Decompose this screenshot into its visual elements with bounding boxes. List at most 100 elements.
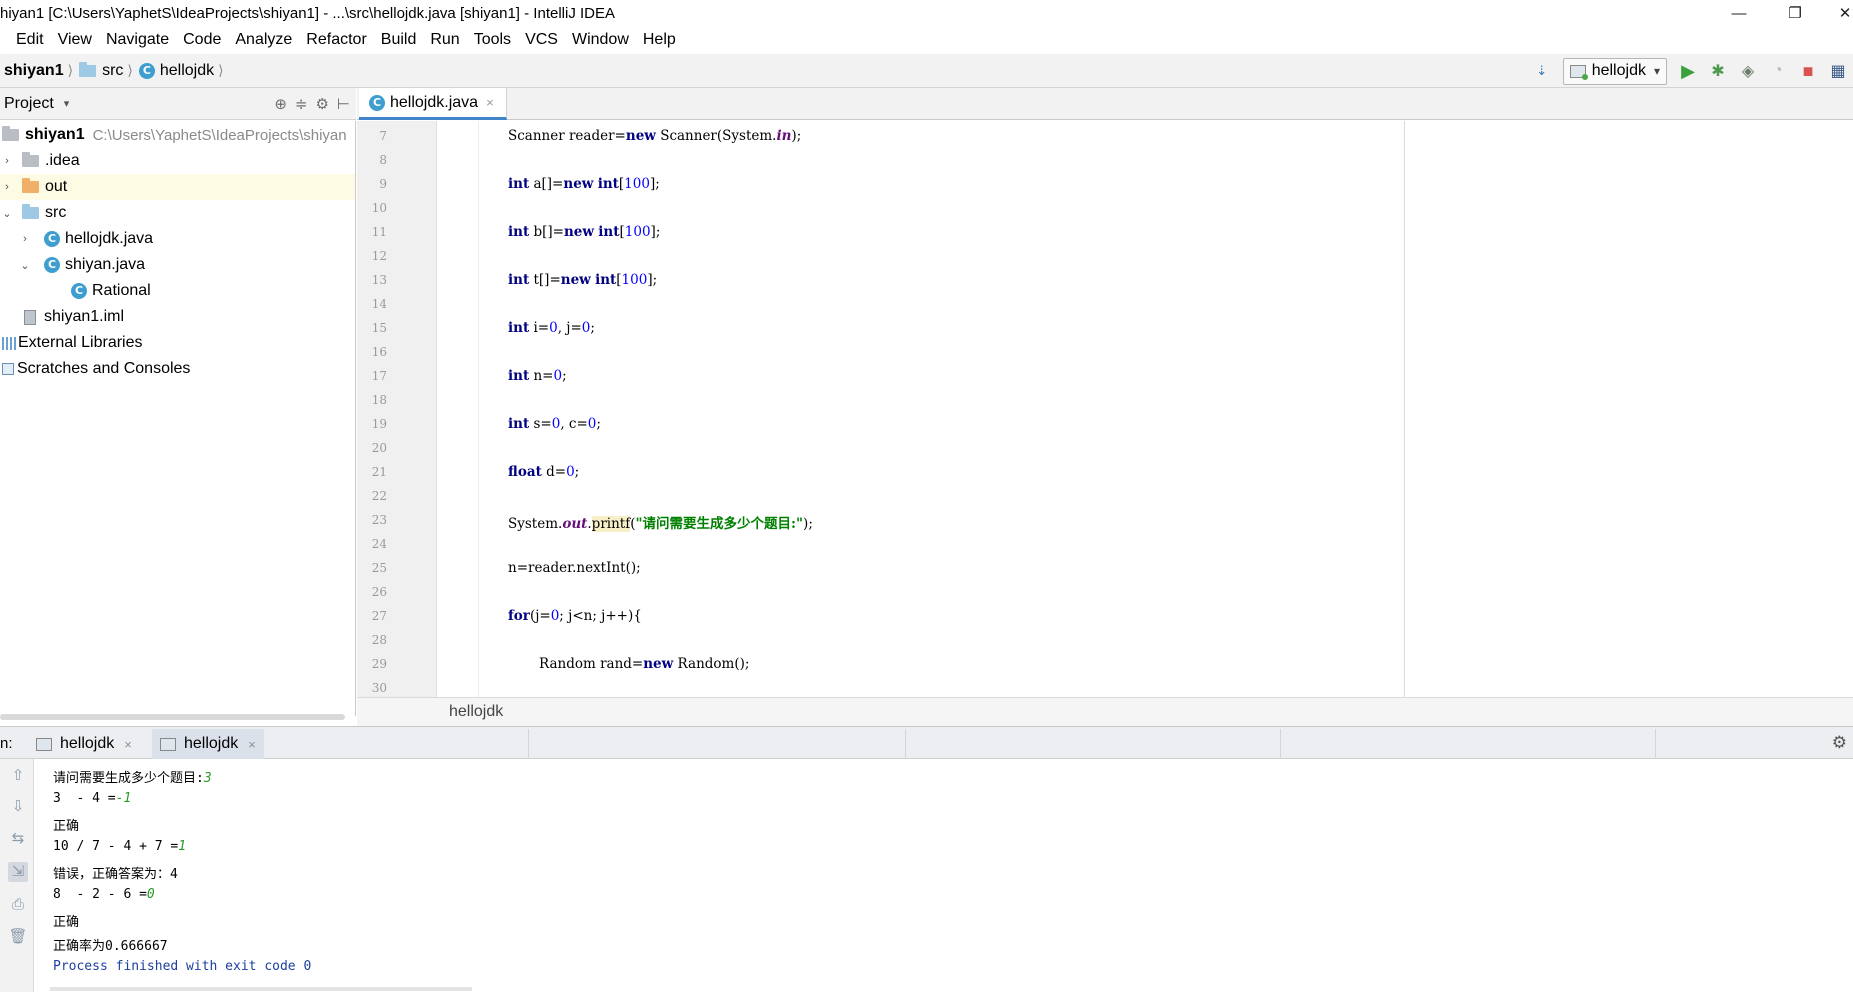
code-token: i= (529, 320, 550, 336)
sort-icon[interactable]: ⇣ (1527, 56, 1557, 86)
breadcrumb-class[interactable]: hellojdk (160, 62, 214, 80)
code-token: a[]= (529, 176, 564, 192)
menu-tools[interactable]: Tools (467, 31, 518, 49)
tree-item-label: Scratches and Consoles (17, 360, 191, 377)
tree-item-rational[interactable]: C Rational (0, 278, 355, 304)
gear-icon[interactable]: ⚙ (1832, 733, 1847, 753)
project-tools: ⊕ ≑ ⚙ ⊢ (274, 88, 350, 120)
print-icon[interactable]: ⎙ (8, 895, 28, 915)
profile-icon[interactable]: ◔ (1763, 56, 1793, 86)
keyword-token: int (508, 368, 530, 384)
menu-refactor[interactable]: Refactor (299, 31, 373, 49)
up-icon[interactable]: ⇧ (8, 766, 28, 786)
menu-help[interactable]: Help (636, 31, 683, 49)
tree-item-hellojdk[interactable]: › C hellojdk.java (0, 226, 355, 252)
soft-wrap-icon[interactable]: ⇆ (8, 829, 28, 849)
locate-icon[interactable]: ⊕ (274, 95, 287, 113)
tree-item-label: hellojdk.java (65, 230, 154, 247)
console-horizontal-scrollbar[interactable] (50, 987, 472, 991)
debug-icon[interactable]: ✱ (1703, 56, 1733, 86)
menu-vcs[interactable]: VCS (518, 31, 565, 49)
code-line: int b[]=new int[100]; (508, 224, 660, 240)
project-view-selector[interactable]: Project (4, 95, 54, 113)
scroll-to-end-icon[interactable]: ⇲ (8, 862, 28, 882)
code-token: b[]= (529, 224, 564, 240)
code-token: ; (574, 464, 580, 480)
breadcrumb-project[interactable]: shiyan1 (4, 62, 64, 80)
number-token: 100 (624, 224, 651, 240)
menu-build[interactable]: Build (374, 31, 424, 49)
scratches-icon (2, 363, 14, 375)
keyword-token: int (597, 176, 619, 192)
run-config-icon (1569, 64, 1588, 80)
chevron-down-icon[interactable]: ⌄ (18, 259, 32, 272)
breadcrumb-src[interactable]: src (102, 62, 123, 80)
tree-item-libraries[interactable]: External Libraries (0, 330, 355, 356)
trash-icon[interactable]: 🗑 (8, 927, 28, 947)
minimize-button[interactable]: — (1716, 0, 1762, 26)
tree-item-idea[interactable]: › .idea (0, 148, 355, 174)
run-icon[interactable]: ▶ (1673, 56, 1703, 86)
title-bar: hiyan1 [C:\Users\YaphetS\IdeaProjects\sh… (0, 0, 1853, 26)
coverage-icon[interactable]: ◈ (1733, 56, 1763, 86)
gear-icon[interactable]: ⚙ (315, 95, 328, 113)
project-horizontal-scrollbar[interactable] (0, 714, 345, 720)
tree-item-shiyan[interactable]: ⌄ C shiyan.java (0, 252, 355, 278)
header-separator (1655, 729, 1656, 759)
console-output[interactable] (35, 759, 1853, 992)
tree-item-scratches[interactable]: Scratches and Consoles (0, 356, 355, 382)
tree-item-iml[interactable]: shiyan1.iml (0, 304, 355, 330)
line-number: 11 (371, 225, 387, 239)
keyword-token: int (508, 320, 530, 336)
chevron-right-icon[interactable]: › (18, 233, 32, 245)
code-token: Random(); (673, 656, 750, 672)
restore-button[interactable]: ❐ (1772, 0, 1818, 26)
menu-edit[interactable]: Edit (0, 31, 51, 49)
code-token: ; j<n; j++){ (559, 608, 642, 624)
keyword-token: new (560, 272, 591, 288)
line-number: 30 (371, 681, 387, 695)
close-window-button[interactable]: ✕ (1822, 0, 1853, 26)
run-config-selector[interactable]: hellojdk ▾ (1562, 57, 1667, 85)
code-editor[interactable] (479, 121, 1853, 697)
run-tab-2[interactable]: hellojdk × (152, 729, 264, 759)
close-tab-icon[interactable]: × (486, 95, 494, 110)
code-line: int a[]=new int[100]; (508, 176, 660, 192)
chevron-down-icon[interactable]: ▾ (64, 97, 70, 110)
menu-run[interactable]: Run (423, 31, 466, 49)
editor-breadcrumb-item[interactable]: hellojdk (449, 703, 503, 721)
chevron-down-icon[interactable]: ⌄ (0, 207, 14, 220)
menu-navigate[interactable]: Navigate (99, 31, 176, 49)
down-icon[interactable]: ⇩ (8, 797, 28, 817)
console-input: 1 (178, 839, 187, 854)
line-number: 15 (371, 321, 387, 335)
tree-item-label: shiyan1.iml (44, 308, 125, 325)
menu-window[interactable]: Window (565, 31, 636, 49)
collapse-all-icon[interactable]: ≑ (295, 95, 308, 113)
code-token: n= (529, 368, 554, 384)
menu-analyze[interactable]: Analyze (228, 31, 299, 49)
keyword-token: new (643, 656, 674, 672)
tab-hellojdk-java[interactable]: C hellojdk.java × (359, 88, 507, 120)
console-line: 请问需要生成多少个题目:3 (53, 767, 212, 786)
tree-item-src[interactable]: ⌄ src (0, 200, 355, 226)
code-token: Random rand= (539, 656, 644, 672)
line-number: 22 (371, 489, 387, 503)
project-panel-header: Project ▾ ⊕ ≑ ⚙ ⊢ (0, 88, 356, 120)
keyword-token: int (508, 416, 530, 432)
tree-item-module[interactable]: shiyan1 C:\Users\YaphetS\IdeaProjects\sh… (0, 122, 355, 148)
project-structure-icon[interactable]: ▦ (1823, 56, 1853, 86)
hide-panel-icon[interactable]: ⊢ (337, 95, 350, 113)
breadcrumb: shiyan1 ⟩ src ⟩ C hellojdk ⟩ (0, 61, 230, 80)
tree-item-out[interactable]: › out (0, 174, 355, 200)
folder-icon (22, 152, 39, 167)
run-tab-1[interactable]: hellojdk × (28, 729, 140, 759)
chevron-right-icon[interactable]: › (0, 155, 14, 167)
stop-icon[interactable]: ■ (1793, 56, 1823, 86)
menu-code[interactable]: Code (176, 31, 228, 49)
console-input: -1 (115, 791, 132, 806)
menu-view[interactable]: View (51, 31, 99, 49)
close-tab-icon[interactable]: × (248, 737, 256, 752)
chevron-right-icon[interactable]: › (0, 181, 14, 193)
close-tab-icon[interactable]: × (124, 737, 132, 752)
